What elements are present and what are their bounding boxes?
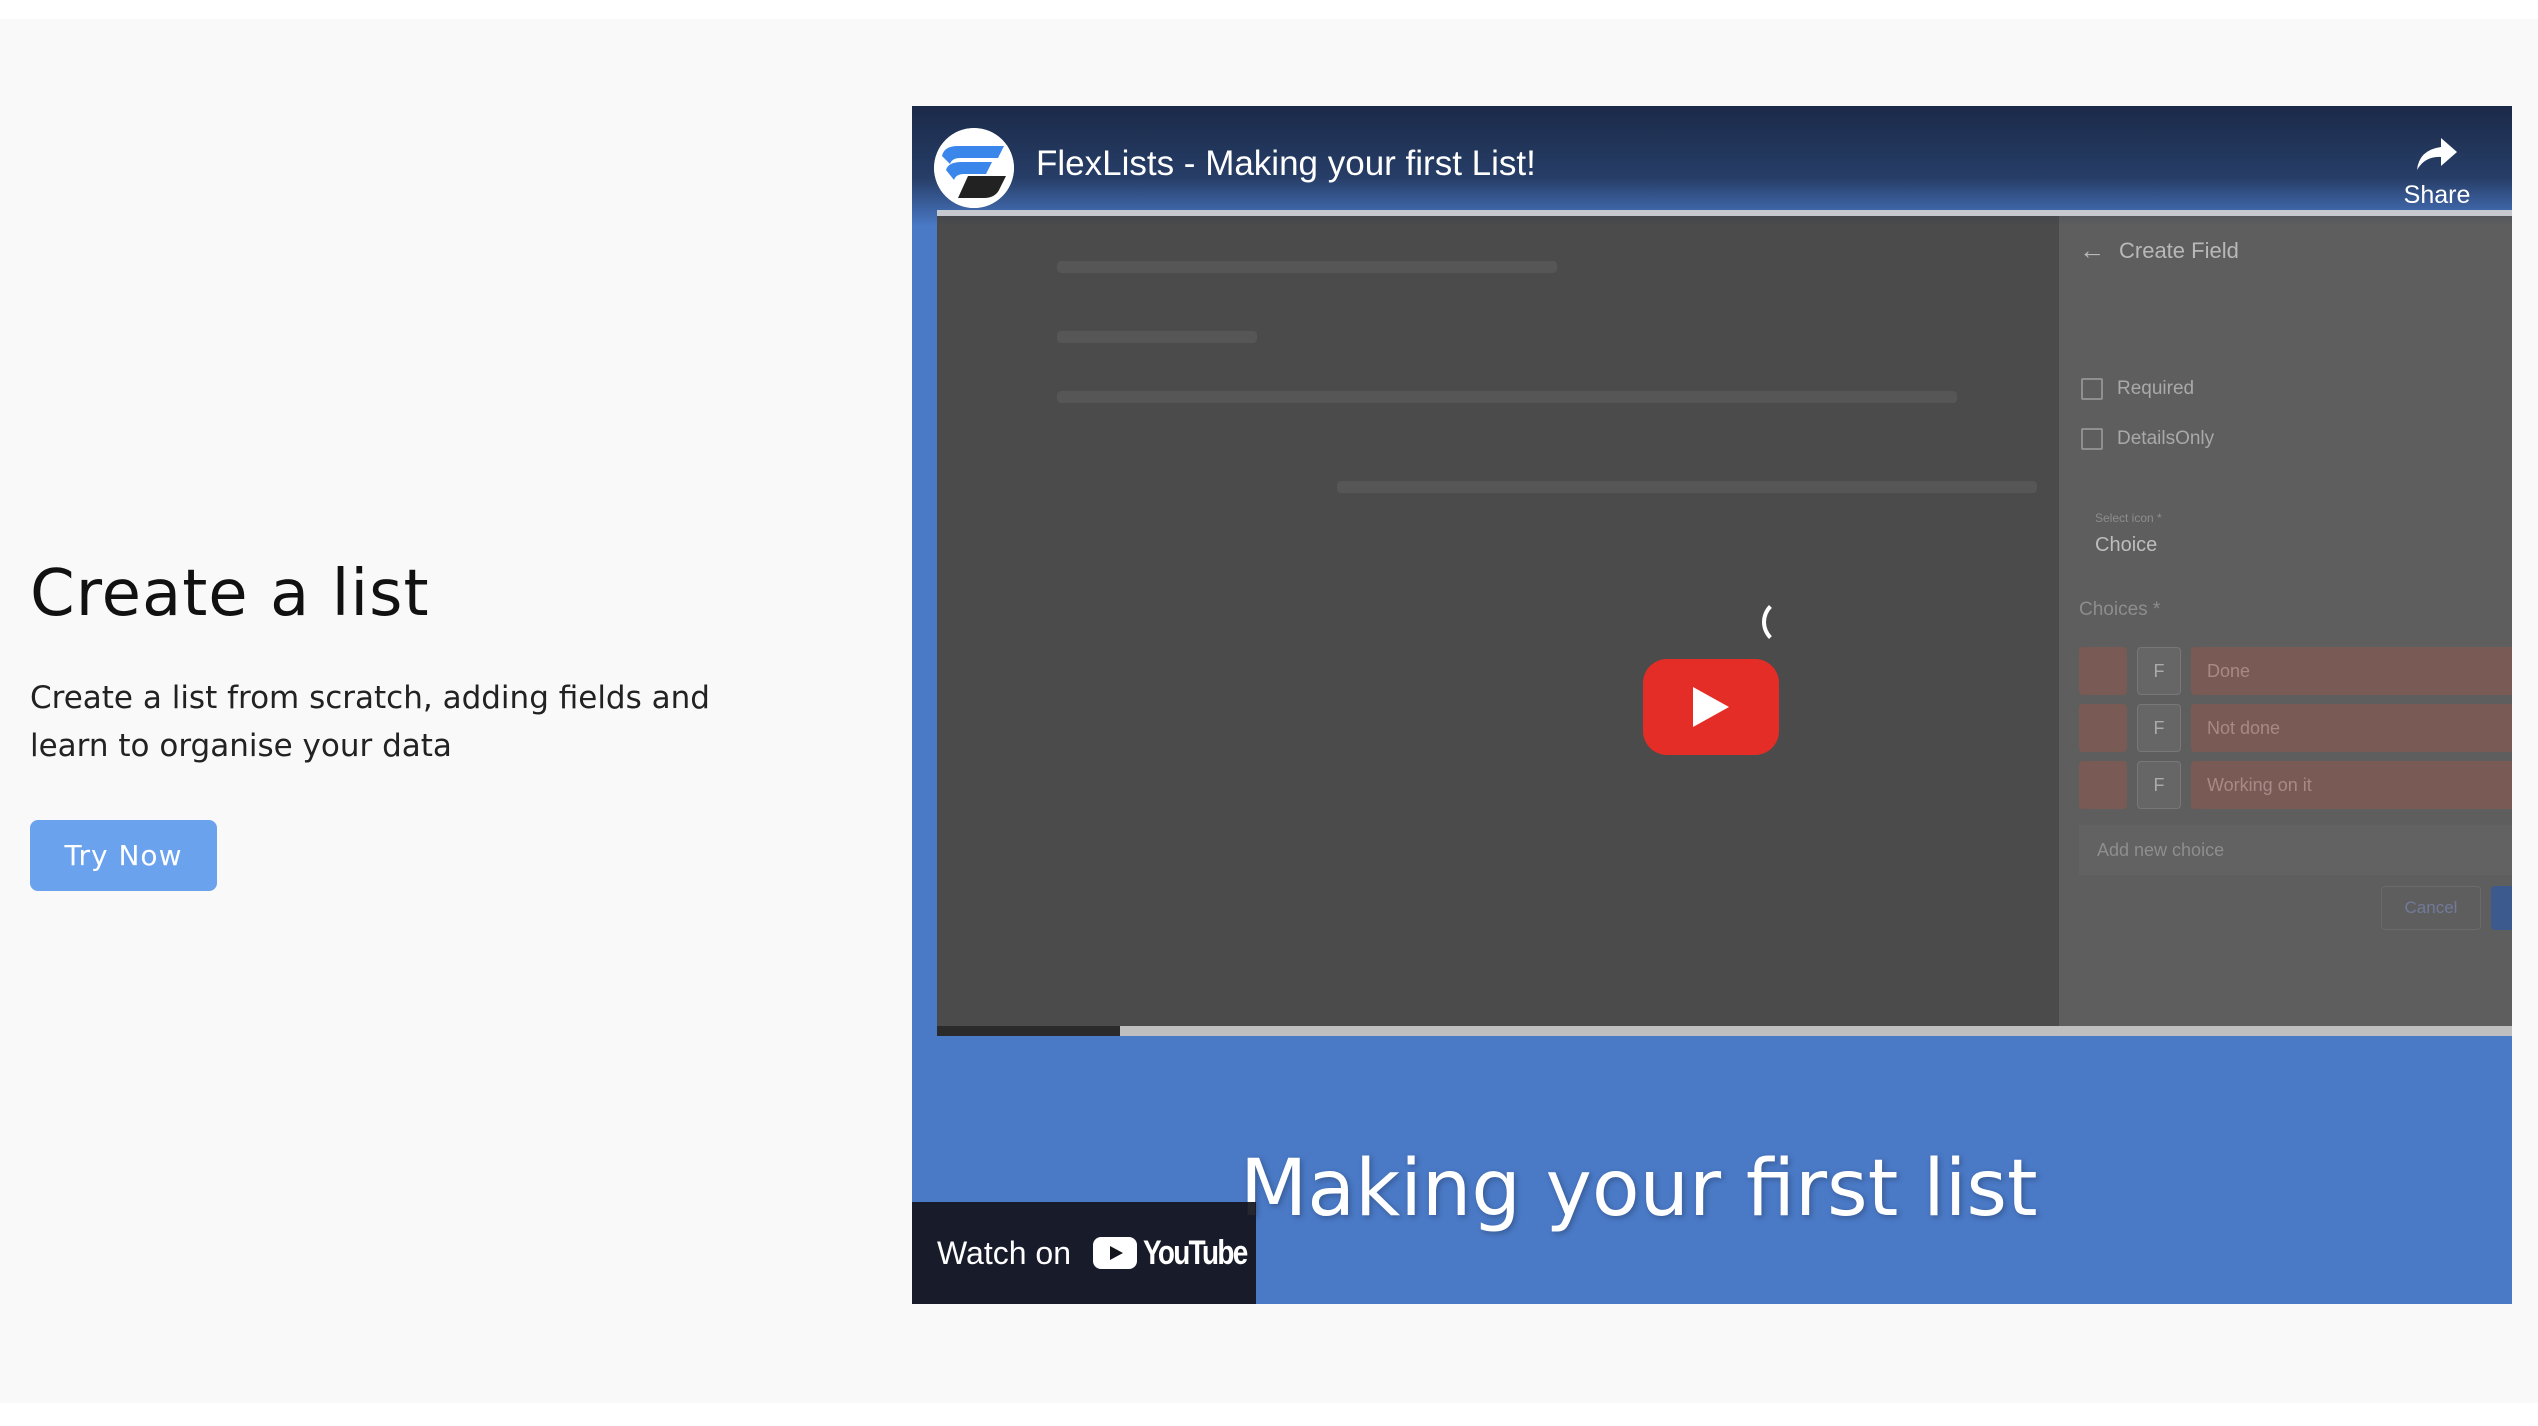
select-icon-label: Select icon *	[2095, 511, 2162, 525]
checkbox-icon	[2081, 378, 2103, 400]
select-icon-value: Choice	[2095, 534, 2158, 556]
details-only-label: DetailsOnly	[2117, 428, 2215, 449]
youtube-wordmark: YouTube	[1142, 1233, 1248, 1272]
youtube-logo: YouTube	[1092, 1233, 1269, 1273]
choice-label: Done	[2191, 647, 2512, 695]
blurred-line	[1337, 481, 2037, 493]
video-progress-bar[interactable]	[937, 1026, 2512, 1036]
panel-cancel-button: Cancel	[2381, 886, 2481, 930]
required-checkbox-row: Required	[2081, 378, 2194, 400]
watch-on-label: Watch on	[937, 1234, 1071, 1271]
choice-row: F Done	[2079, 647, 2512, 695]
create-field-panel: ← Create Field Required DetailsOnly Sele…	[2059, 211, 2512, 1036]
choice-label: Not done	[2191, 704, 2512, 752]
share-button[interactable]: Share	[2382, 136, 2492, 210]
feature-section: Create a list Create a list from scratch…	[0, 19, 2538, 1403]
play-button[interactable]	[1643, 659, 1779, 755]
choice-marker: F	[2137, 704, 2181, 752]
choice-marker: F	[2137, 761, 2181, 809]
choice-row: F Working on it	[2079, 761, 2512, 809]
choice-color-swatch	[2079, 647, 2127, 695]
blurred-toolbar	[1057, 261, 1557, 273]
youtube-video-embed[interactable]: ← Create Field Required DetailsOnly Sele…	[912, 106, 2512, 1304]
choice-color-swatch	[2079, 704, 2127, 752]
choice-marker: F	[2137, 647, 2181, 695]
details-only-checkbox-row: DetailsOnly	[2081, 428, 2214, 450]
youtube-play-icon	[1092, 1237, 1137, 1269]
choice-color-swatch	[2079, 761, 2127, 809]
feature-heading: Create a list	[30, 557, 430, 631]
play-icon	[1693, 687, 1729, 727]
choice-row: F Not done	[2079, 704, 2512, 752]
blurred-line	[1057, 331, 1257, 343]
choice-label: Working on it	[2191, 761, 2512, 809]
choices-label: Choices *	[2079, 599, 2161, 620]
video-top-divider	[937, 210, 2512, 216]
flexlists-logo-icon	[934, 128, 1014, 208]
share-arrow-icon	[2417, 138, 2457, 170]
blurred-line	[1057, 391, 1957, 403]
video-caption-text: Making your first list	[1240, 1144, 2038, 1234]
share-label: Share	[2403, 181, 2471, 209]
video-title[interactable]: FlexLists - Making your first List!	[1036, 144, 1536, 184]
video-frame: ← Create Field Required DetailsOnly Sele…	[937, 211, 2512, 1036]
required-label: Required	[2117, 378, 2195, 399]
panel-header: ← Create Field	[2079, 235, 2239, 266]
panel-title: Create Field	[2119, 237, 2239, 263]
panel-save-button	[2491, 886, 2512, 930]
add-new-choice-field: Add new choice	[2079, 825, 2512, 875]
channel-avatar[interactable]	[934, 128, 1014, 208]
feature-description: Create a list from scratch, adding field…	[30, 680, 710, 764]
loading-spinner-icon	[1762, 598, 1810, 646]
video-progress-fill	[937, 1026, 1120, 1036]
back-arrow-icon: ←	[2079, 235, 2105, 265]
watch-on-youtube-button[interactable]: Watch on YouTube	[912, 1202, 1256, 1304]
try-now-button[interactable]: Try Now	[30, 820, 217, 891]
checkbox-icon	[2081, 428, 2103, 450]
